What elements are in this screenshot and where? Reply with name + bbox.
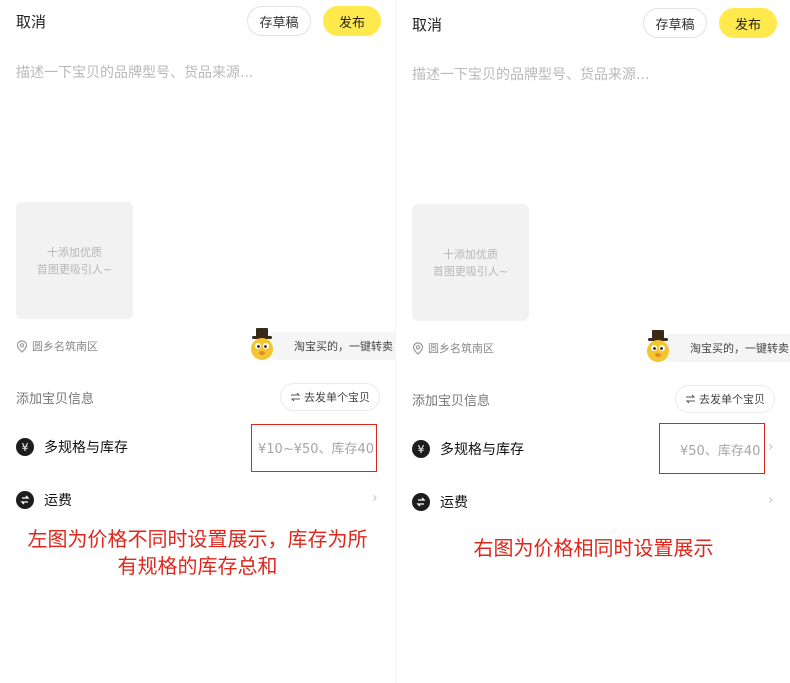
cancel-button[interactable]: 取消 [412,14,442,35]
cancel-button[interactable]: 取消 [16,11,46,32]
location-pin-icon [412,341,424,355]
add-image-button[interactable]: 十添加优质 首图更吸引人~ [16,202,133,319]
publish-button[interactable]: 发布 [719,8,777,38]
single-item-button[interactable]: 去发单个宝贝 [675,385,775,413]
annotation-left: 左图为价格不同时设置展示，库存为所 有规格的库存总和 [0,526,395,580]
location-selector[interactable]: 圆乡名筑南区 [412,340,494,356]
add-image-line2: 首图更吸引人~ [36,262,113,276]
taobao-resell-label: 淘宝买的，一键转卖 [294,340,393,353]
annotation-right-line1: 右图为价格相同时设置展示 [473,536,714,560]
single-item-label: 去发单个宝贝 [699,393,765,406]
shipping-label[interactable]: 运费 [44,490,72,510]
chevron-right-icon[interactable]: › [372,490,378,506]
shipping-label[interactable]: 运费 [440,492,468,512]
add-image-line1: 十添加优质 [47,245,102,259]
location-pin-icon [16,339,28,353]
chevron-right-icon[interactable]: › [768,492,774,508]
spec-inventory-label[interactable]: 多规格与库存 [44,437,128,457]
description-input[interactable]: 描述一下宝贝的品牌型号、货品来源... [16,62,253,82]
mascot-icon [647,330,669,362]
chevron-right-icon[interactable]: › [768,439,774,455]
swap-arrows-icon [685,394,696,404]
add-image-button[interactable]: 十添加优质 首图更吸引人~ [412,204,529,321]
right-screen: 取消 存草稿 发布 描述一下宝贝的品牌型号、货品来源... 十添加优质 首图更吸… [396,0,790,683]
save-draft-button[interactable]: 存草稿 [643,8,707,38]
yen-icon: ¥ [16,438,34,456]
yen-icon: ¥ [412,440,430,458]
add-image-line1: 十添加优质 [443,247,498,261]
single-item-button[interactable]: 去发单个宝贝 [280,383,380,411]
single-item-label: 去发单个宝贝 [304,391,370,404]
shipping-icon [16,491,34,509]
add-item-info-label: 添加宝贝信息 [412,394,491,409]
save-draft-button[interactable]: 存草稿 [247,6,311,36]
annotation-left-line2: 有规格的库存总和 [117,554,278,578]
publish-button[interactable]: 发布 [323,6,381,36]
highlight-box [659,423,765,474]
highlight-box [251,424,377,472]
taobao-resell-button[interactable]: 淘宝买的，一键转卖 [262,332,395,360]
location-text: 圆乡名筑南区 [428,342,494,355]
location-selector[interactable]: 圆乡名筑南区 [16,338,98,354]
taobao-resell-label: 淘宝买的，一键转卖 [690,342,789,355]
taobao-resell-button[interactable]: 淘宝买的，一键转卖 [658,334,790,362]
left-screen: 取消 存草稿 发布 描述一下宝贝的品牌型号、货品来源... 十添加优质 首图更吸… [0,0,395,683]
shipping-icon [412,493,430,511]
add-image-line2: 首图更吸引人~ [432,264,509,278]
swap-arrows-icon [290,392,301,402]
spec-inventory-label[interactable]: 多规格与库存 [440,439,524,459]
annotation-right: 右图为价格相同时设置展示 [396,535,790,562]
add-item-info-label: 添加宝贝信息 [16,392,95,407]
mascot-icon [251,328,273,360]
annotation-left-line1: 左图为价格不同时设置展示，库存为所 [27,527,368,551]
location-text: 圆乡名筑南区 [32,340,98,353]
description-input[interactable]: 描述一下宝贝的品牌型号、货品来源... [412,64,649,84]
